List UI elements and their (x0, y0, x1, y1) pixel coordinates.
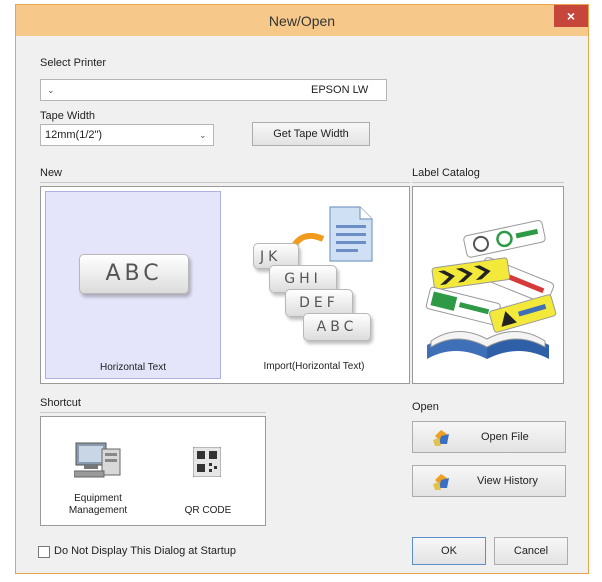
do-not-display-label[interactable]: Do Not Display This Dialog at Startup (54, 545, 236, 557)
qr-code-icon (193, 447, 221, 477)
open-section-label: Open (412, 401, 439, 413)
shortcut-section-label: Shortcut (40, 397, 81, 409)
select-printer-label: Select Printer (40, 57, 107, 69)
view-history-button[interactable]: View History (412, 465, 566, 497)
horizontal-text-tile[interactable]: ABC Horizontal Text (45, 191, 221, 379)
qr-code-shortcut[interactable]: QR CODE (155, 421, 261, 521)
tape-width-select[interactable]: 12mm(1/2") ⌄ (40, 124, 214, 146)
label-card-abc: ABC (303, 313, 371, 341)
equipment-icon (74, 442, 121, 478)
title-bar: New/Open × (16, 5, 588, 36)
printer-value: EPSON LW (311, 84, 369, 96)
qr-code-label: QR CODE (184, 505, 232, 516)
get-tape-width-button[interactable]: Get Tape Width (252, 122, 370, 146)
printer-select[interactable]: ⌄ EPSON LW (40, 79, 387, 101)
equipment-label-line2: Management (68, 505, 128, 516)
new-templates-panel: ABC Horizontal Text JK GHI DEF ABC Impor… (40, 186, 410, 384)
section-divider (412, 182, 564, 183)
chevron-down-icon: ⌄ (199, 130, 207, 140)
label-catalog-label: Label Catalog (412, 167, 480, 179)
view-history-icon (433, 474, 449, 490)
horizontal-text-caption: Horizontal Text (100, 362, 166, 373)
abc-label-icon: ABC (79, 254, 189, 294)
equipment-management-shortcut[interactable]: Equipment Management (45, 421, 151, 521)
label-catalog-icon (425, 220, 557, 359)
open-file-icon (433, 430, 449, 446)
new-section-label: New (40, 167, 63, 179)
tape-width-value: 12mm(1/2") (45, 129, 103, 141)
label-catalog-button[interactable] (412, 186, 564, 384)
import-horizontal-text-tile[interactable]: JK GHI DEF ABC Import(Horizontal Text) (225, 191, 403, 379)
import-horizontal-text-caption: Import(Horizontal Text) (263, 361, 365, 372)
shortcut-panel: Equipment Management QR CODE (40, 416, 266, 526)
equipment-label-line1: Equipment (74, 493, 122, 504)
close-button[interactable]: × (554, 5, 588, 27)
window-title: New/Open (268, 13, 336, 29)
document-icon (329, 206, 373, 262)
ok-button[interactable]: OK (412, 537, 486, 565)
new-open-dialog: New/Open × Select Printer ⌄ EPSON LW Tap… (15, 4, 589, 574)
open-file-button[interactable]: Open File (412, 421, 566, 453)
open-file-label: Open File (481, 431, 529, 443)
section-divider (40, 182, 410, 183)
do-not-display-checkbox[interactable] (38, 546, 50, 558)
view-history-label: View History (477, 475, 538, 487)
section-divider (40, 412, 266, 413)
tape-width-label: Tape Width (40, 110, 96, 122)
chevron-down-icon: ⌄ (47, 85, 55, 95)
cancel-button[interactable]: Cancel (494, 537, 568, 565)
